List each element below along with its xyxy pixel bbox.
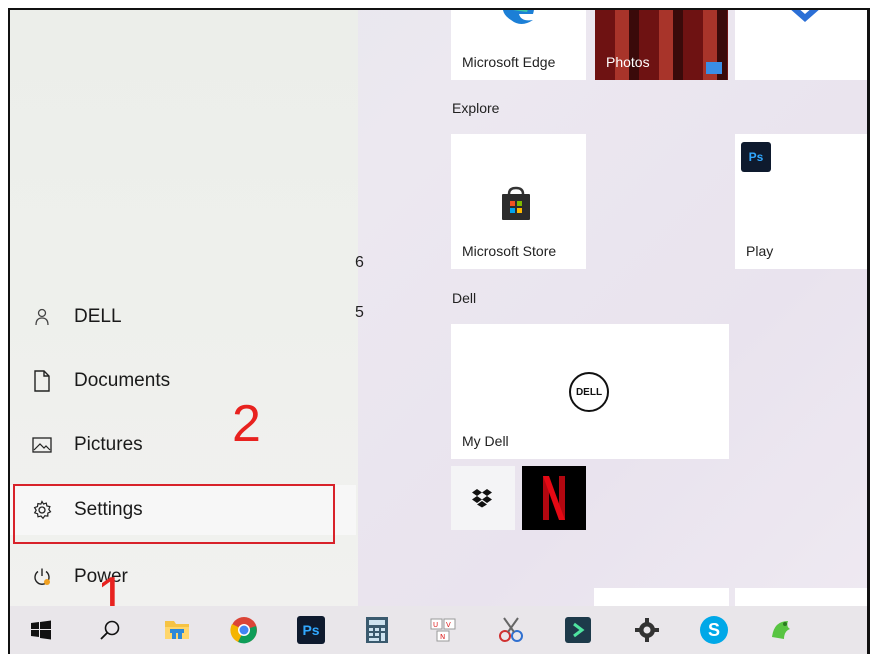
step-two-label: 2 <box>232 395 261 453</box>
tile-label: Microsoft Store <box>462 243 557 259</box>
store-bag-icon <box>498 186 534 227</box>
unikey-icon[interactable]: UVN <box>428 615 458 645</box>
search-icon[interactable] <box>95 615 125 645</box>
photoshop-icon: Ps <box>741 142 771 172</box>
document-icon <box>30 369 54 393</box>
pictures-label: Pictures <box>74 434 143 455</box>
skype-icon[interactable]: S <box>699 615 729 645</box>
group-dell: Dell <box>452 290 477 306</box>
skype-label: S <box>700 616 728 644</box>
user-account-button[interactable]: DELL <box>10 292 356 342</box>
tile-app-partial[interactable] <box>735 10 870 80</box>
edge-icon <box>499 10 539 31</box>
settings-highlight-box <box>13 484 335 544</box>
photoshop-label: Ps <box>297 616 325 644</box>
tile-label: My Dell <box>462 433 509 449</box>
dell-logo-icon: DELL <box>569 372 609 412</box>
tile-microsoft-edge[interactable]: Microsoft Edge <box>451 10 586 80</box>
evernote-icon[interactable] <box>766 615 796 645</box>
svg-text:U: U <box>433 621 438 629</box>
pictures-button[interactable]: Pictures <box>10 420 356 470</box>
user-icon <box>30 305 54 329</box>
calculator-icon[interactable] <box>362 615 392 645</box>
tile-label: Microsoft Edge <box>462 54 556 70</box>
tile-dropbox[interactable] <box>451 466 515 530</box>
documents-button[interactable]: Documents <box>10 356 356 406</box>
background-text: 6 <box>355 254 364 271</box>
file-explorer-icon[interactable] <box>162 615 192 645</box>
app-arrow-icon <box>785 10 825 29</box>
tile-my-dell[interactable]: DELL My Dell <box>451 324 729 459</box>
power-icon <box>30 565 54 589</box>
snipping-tool-icon[interactable] <box>496 615 526 645</box>
picture-icon <box>30 433 54 457</box>
settings-gear-icon[interactable] <box>632 615 662 645</box>
group-explore: Explore <box>452 100 500 116</box>
dropbox-icon <box>471 488 493 513</box>
background-text: 5 <box>355 304 364 321</box>
tile-play[interactable]: Ps Play <box>735 134 870 269</box>
netflix-icon <box>543 476 565 525</box>
photoshop-icon[interactable]: Ps <box>296 615 326 645</box>
documents-label: Documents <box>74 370 171 391</box>
tile-netflix[interactable] <box>522 466 586 530</box>
windows-start-icon[interactable] <box>26 615 56 645</box>
chrome-icon[interactable] <box>229 615 259 645</box>
tile-label: Play <box>746 243 774 259</box>
user-name: DELL <box>74 306 122 327</box>
svg-text:V: V <box>446 621 451 629</box>
taskbar: Ps UVN S <box>10 606 870 654</box>
screen-frame: 6 5 DELL Documents Pictures Settings Pow… <box>8 8 870 654</box>
terminal-app-icon[interactable] <box>563 615 593 645</box>
photos-small-icon <box>706 62 722 74</box>
tile-label: Photos <box>606 54 650 70</box>
power-button[interactable]: Power <box>10 552 356 602</box>
tile-microsoft-store[interactable]: Microsoft Store <box>451 134 586 269</box>
tile-photos[interactable]: Photos <box>595 10 728 80</box>
svg-text:N: N <box>440 633 445 641</box>
